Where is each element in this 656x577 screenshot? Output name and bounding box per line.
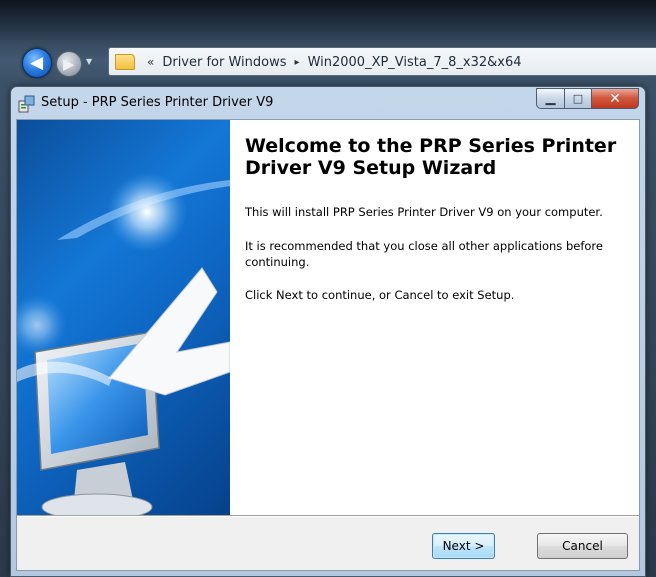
wizard-main-panel: Welcome to the PRP Series Printer Driver… [230, 120, 639, 515]
continue-instructions: Click Next to continue, or Cancel to exi… [245, 288, 515, 302]
wizard-client-area: Welcome to the PRP Series Printer Driver… [16, 119, 640, 571]
back-arrow-icon: ◀ [30, 53, 44, 73]
breadcrumb-item-driver-for-windows[interactable]: Driver for Windows [162, 55, 286, 70]
maximize-button[interactable]: □ [565, 88, 592, 109]
folder-icon [115, 54, 135, 70]
breadcrumb: « Driver for Windows ▸ Win2000_XP_Vista_… [147, 53, 522, 71]
breadcrumb-overflow-chevrons[interactable]: « [147, 55, 154, 69]
breadcrumb-separator-icon[interactable]: ▸ [295, 57, 300, 68]
wizard-side-panel [17, 120, 230, 515]
close-apps-recommendation: It is recommended that you close all oth… [245, 239, 603, 269]
forward-arrow-icon: ▶ [63, 55, 75, 73]
cancel-button[interactable]: Cancel [537, 533, 628, 559]
wizard-heading: Welcome to the PRP Series Printer Driver… [245, 135, 617, 179]
title-bar[interactable]: Setup - PRP Series Printer Driver V9 ▁ □… [11, 87, 645, 119]
setup-dialog: Setup - PRP Series Printer Driver V9 ▁ □… [10, 86, 646, 577]
close-button[interactable]: ✕ [592, 88, 639, 109]
install-description: This will install PRP Series Printer Dri… [245, 205, 603, 219]
forward-button[interactable]: ▶ [56, 51, 82, 77]
window-controls: ▁ □ ✕ [536, 88, 639, 109]
back-button[interactable]: ◀ [22, 48, 52, 78]
next-button[interactable]: Next > [432, 533, 495, 559]
breadcrumb-item-win2000[interactable]: Win2000_XP_Vista_7_8_x32&x64 [308, 55, 522, 70]
recent-pages-dropdown-icon[interactable]: ▼ [86, 57, 96, 67]
minimize-button[interactable]: ▁ [536, 88, 565, 109]
wizard-button-area: Next > Cancel [17, 517, 639, 570]
window-title: Setup - PRP Series Printer Driver V9 [41, 95, 274, 110]
address-bar[interactable]: « Driver for Windows ▸ Win2000_XP_Vista_… [108, 47, 656, 76]
monitor-arrow-illustration [17, 172, 230, 515]
setup-app-icon [18, 95, 35, 113]
explorer-top-band [0, 0, 656, 40]
